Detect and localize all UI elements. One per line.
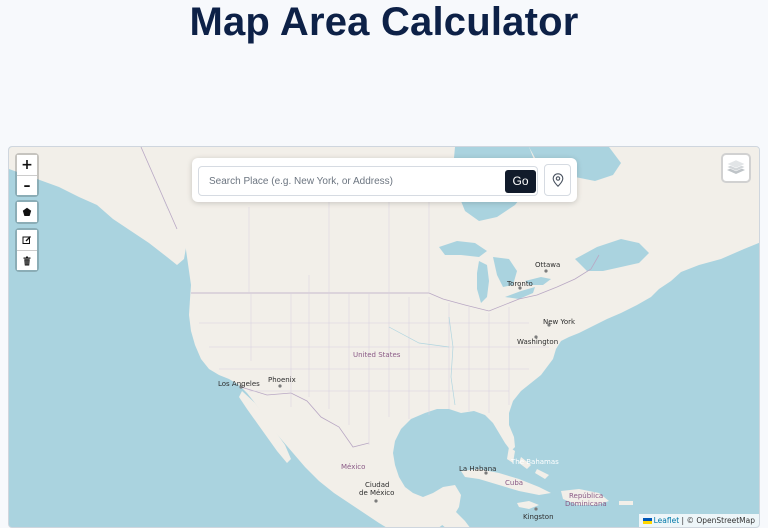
search-panel: Go [192,158,577,202]
edit-layers-button[interactable] [17,230,37,250]
zoom-out-button[interactable]: – [17,175,37,195]
label-new-york: New York [543,318,576,326]
label-cuba: Cuba [505,479,523,487]
zoom-in-button[interactable]: + [17,155,37,175]
map-tiles[interactable]: Ottawa Toronto New York Washington Unite… [9,147,760,528]
label-toronto: Toronto [506,280,533,288]
delete-layers-button[interactable] [17,250,37,270]
label-de-mexico: de México [359,489,394,497]
page-title: Map Area Calculator [189,0,579,44]
label-united-states: United States [353,351,401,359]
polygon-icon [22,207,32,216]
search-input[interactable] [198,166,538,196]
label-la-habana: La Habana [459,465,496,473]
label-ciudad: Ciudad [365,481,389,489]
land-puerto-rico [619,501,633,505]
label-ottawa: Ottawa [535,261,560,269]
layers-button[interactable] [721,153,751,183]
locate-button[interactable] [544,164,571,196]
attribution: Leaflet | © OpenStreetMap [638,514,759,527]
zoom-control: + – [15,153,39,197]
label-kingston: Kingston [523,513,554,521]
osm-link[interactable]: OpenStreetMap [696,516,755,525]
draw-polygon-button[interactable] [17,202,37,222]
label-los-angeles: Los Angeles [218,380,260,388]
ukraine-flag-icon [642,517,652,524]
label-dominicana: Dominicana [565,500,607,508]
map-pin-icon [552,173,563,187]
label-mexico: México [341,463,365,471]
label-washington: Washington [517,338,558,346]
trash-icon [23,256,31,266]
map-container[interactable]: Ottawa Toronto New York Washington Unite… [8,146,760,528]
label-the-bahamas: The Bahamas [510,458,559,466]
edit-icon [22,236,31,244]
label-republica: República [569,492,603,500]
leaflet-link[interactable]: Leaflet [654,516,680,525]
layers-icon [726,160,746,174]
draw-toolbar [15,200,39,224]
edit-toolbar [15,228,39,272]
attribution-separator: | © [679,516,697,525]
label-phoenix: Phoenix [268,376,296,384]
go-button[interactable]: Go [505,170,536,193]
